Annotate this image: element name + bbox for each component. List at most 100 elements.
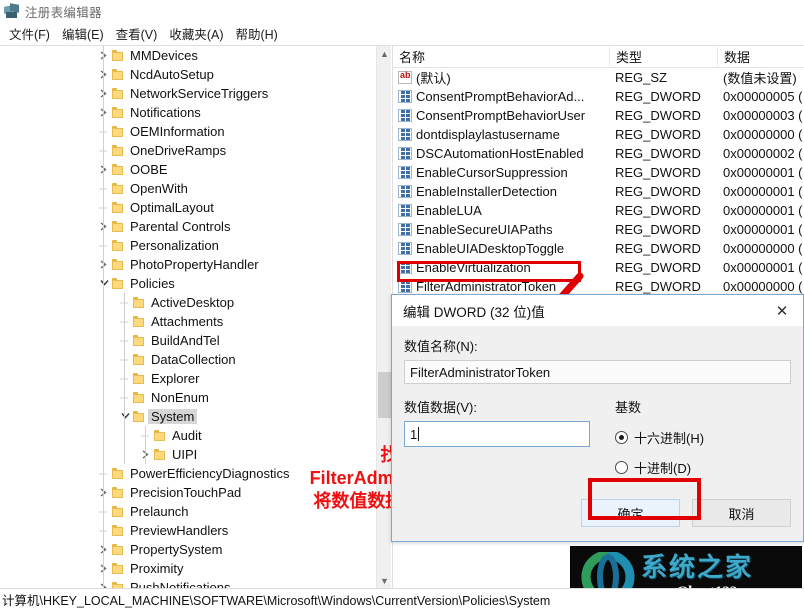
ok-button[interactable]: 确定 [581,499,680,527]
folder-icon [112,145,125,156]
value-data-input[interactable]: 1 [404,421,590,447]
chevron-right-icon[interactable] [96,160,112,179]
values-row-data: 0x00000002 ( [723,146,803,161]
tree-item-precisiontouchpad[interactable]: PrecisionTouchPad [0,483,376,502]
radio-hexadecimal[interactable]: 十六进制(H) [615,428,791,447]
folder-icon [154,430,167,441]
folder-icon [112,69,125,80]
tree-item-system[interactable]: System [0,407,376,426]
tree-item-oobe[interactable]: OOBE [0,160,376,179]
tree-item-openwith[interactable]: OpenWith [0,179,376,198]
tree-item-prelaunch[interactable]: Prelaunch [0,502,376,521]
tree-item-policies[interactable]: Policies [0,274,376,293]
values-row[interactable]: DSCAutomationHostEnabled REG_DWORD 0x00000… [393,144,804,163]
tree-item-label: Attachments [151,314,224,329]
tree-item-photopropertyhandler[interactable]: PhotoPropertyHandler [0,255,376,274]
value-name-label: 数值名称(N): [404,339,478,354]
chevron-right-icon[interactable] [96,103,112,122]
folder-icon [112,487,125,498]
tree-scrollbar[interactable]: ▲ ▼ [376,46,391,588]
tree-item-label: PropertySystem [130,542,223,557]
values-row[interactable]: ConsentPromptBehaviorAd... REG_DWORD 0x000… [393,87,804,106]
chevron-right-icon[interactable] [96,46,112,65]
chevron-down-icon[interactable] [96,274,112,293]
cancel-button[interactable]: 取消 [692,499,791,527]
chevron-right-icon[interactable] [96,217,112,236]
values-row[interactable]: (默认) REG_SZ (数值未设置) [393,68,804,87]
menu-item-edit[interactable]: 编辑(E) [56,23,110,44]
tree-item-oeminformation[interactable]: OEMInformation [0,122,376,141]
values-row-type: REG_DWORD [615,146,701,161]
scroll-down-icon[interactable]: ▼ [377,573,391,588]
chevron-right-icon[interactable] [96,255,112,274]
chevron-right-icon[interactable] [96,84,112,103]
tree-item-previewhandlers[interactable]: PreviewHandlers [0,521,376,540]
radio-decimal[interactable]: 十进制(D) [615,458,791,477]
chevron-right-icon[interactable] [96,578,112,588]
values-row[interactable]: EnableCursorSuppression REG_DWORD 0x000000… [393,163,804,182]
menu-item-file[interactable]: 文件(F) [3,23,56,44]
column-header-type[interactable]: 类型 [609,47,717,66]
base-label: 基数 [615,400,642,415]
tree-item-uipi[interactable]: UIPI [0,445,376,464]
dword-value-icon [398,166,412,179]
registry-tree[interactable]: MMDevices NcdAutoSetup NetworkServiceTrigg… [0,46,376,588]
tree-item-datacollection[interactable]: DataCollection [0,350,376,369]
tree-item-buildandtel[interactable]: BuildAndTel [0,331,376,350]
column-header-name[interactable]: 名称 [393,47,609,66]
tree-item-label: Prelaunch [130,504,189,519]
values-row[interactable]: EnableSecureUIAPaths REG_DWORD 0x00000001 … [393,220,804,239]
tree-item-audit[interactable]: Audit [0,426,376,445]
values-row-name: DSCAutomationHostEnabled [416,146,584,161]
tree-connector [138,426,154,445]
values-row-name: (默认) [416,71,451,86]
radio-hexadecimal-label: 十六进制(H) [634,431,705,446]
chevron-right-icon[interactable] [96,65,112,84]
tree-item-optimallayout[interactable]: OptimalLayout [0,198,376,217]
tree-item-label: OOBE [130,162,168,177]
folder-icon [133,297,146,308]
tree-item-mmdevices[interactable]: MMDevices [0,46,376,65]
menu-item-view[interactable]: 查看(V) [110,23,164,44]
values-list[interactable]: (默认)REG_SZ(数值未设置)ConsentPromptBehaviorAd… [393,68,804,315]
values-row[interactable]: EnableUIADesktopToggle REG_DWORD 0x0000000… [393,239,804,258]
tree-item-activedesktop[interactable]: ActiveDesktop [0,293,376,312]
tree-item-parental-controls[interactable]: Parental Controls [0,217,376,236]
dword-value-icon [398,204,412,217]
chevron-right-icon[interactable] [138,445,154,464]
tree-connector [96,179,112,198]
folder-icon [112,525,125,536]
tree-item-pushnotifications[interactable]: PushNotifications [0,578,376,588]
column-header-data[interactable]: 数据 [717,47,804,66]
menu-item-favorites[interactable]: 收藏夹(A) [163,23,229,44]
scroll-up-icon[interactable]: ▲ [377,46,391,62]
values-row[interactable]: EnableInstallerDetection REG_DWORD 0x00000… [393,182,804,201]
tree-item-label: PreviewHandlers [130,523,229,538]
values-row[interactable]: dontdisplaylastusername REG_DWORD 0x000000… [393,125,804,144]
chevron-right-icon[interactable] [96,483,112,502]
values-row[interactable]: EnableVirtualization REG_DWORD 0x00000001 … [393,258,804,277]
tree-item-nonenum[interactable]: NonEnum [0,388,376,407]
chevron-right-icon[interactable] [96,540,112,559]
values-row[interactable]: EnableLUA REG_DWORD 0x00000001 ( [393,201,804,220]
tree-item-networkservicetriggers[interactable]: NetworkServiceTriggers [0,84,376,103]
close-icon[interactable]: ✕ [761,295,803,326]
values-row-name: FilterAdministratorToken [416,279,557,294]
value-name-input[interactable]: FilterAdministratorToken [404,360,791,384]
tree-item-ncdautosetup[interactable]: NcdAutoSetup [0,65,376,84]
tree-item-notifications[interactable]: Notifications [0,103,376,122]
tree-scrollbar-thumb[interactable] [378,372,391,418]
chevron-right-icon[interactable] [96,559,112,578]
tree-item-attachments[interactable]: Attachments [0,312,376,331]
tree-item-onedriveramps[interactable]: OneDriveRamps [0,141,376,160]
tree-item-powerefficiencydiagnostics[interactable]: PowerEfficiencyDiagnostics [0,464,376,483]
tree-item-propertysystem[interactable]: PropertySystem [0,540,376,559]
tree-item-explorer[interactable]: Explorer [0,369,376,388]
chevron-down-icon[interactable] [117,407,133,426]
tree-item-personalization[interactable]: Personalization [0,236,376,255]
tree-item-label: DataCollection [151,352,236,367]
values-row[interactable]: ConsentPromptBehaviorUser REG_DWORD 0x0000… [393,106,804,125]
menu-item-help[interactable]: 帮助(H) [229,23,283,44]
values-row-name: ConsentPromptBehaviorUser [416,108,586,123]
tree-item-proximity[interactable]: Proximity [0,559,376,578]
